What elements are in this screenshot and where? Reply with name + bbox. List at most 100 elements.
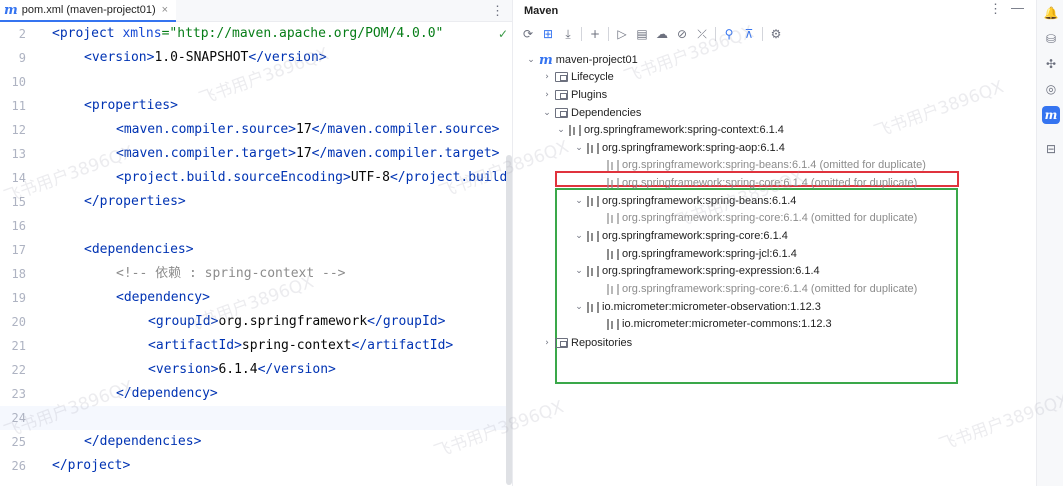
tree-node[interactable]: ⌄ m maven-project01 (525, 51, 637, 69)
library-icon (607, 212, 619, 224)
line-number[interactable]: 19 (0, 286, 26, 310)
line-number[interactable]: 18 (0, 262, 26, 286)
tree-node[interactable]: › Repositories (541, 334, 632, 352)
folder-icon (555, 72, 568, 82)
code-token: 17 (296, 122, 312, 137)
maven-tool-icon[interactable]: m (1042, 106, 1060, 124)
line-number[interactable]: 23 (0, 382, 26, 406)
line-number[interactable]: 13 (0, 142, 26, 166)
line-number[interactable]: 9 (0, 46, 26, 70)
tree-node[interactable]: org.springframework:spring-core:6.1.4 (o… (593, 209, 917, 227)
tree-node[interactable]: org.springframework:spring-jcl:6.1.4 (593, 245, 797, 263)
tree-node[interactable]: ⌄ Dependencies (541, 104, 641, 122)
more-icon[interactable]: ⋮ (491, 3, 504, 19)
code-line[interactable]: 20 <groupId>org.springframework</groupId> (0, 310, 512, 334)
code-line[interactable]: 11 <properties> (0, 94, 512, 118)
close-icon[interactable]: × (162, 4, 168, 16)
maven-project-tree[interactable]: ⌄ m maven-project01 › Lifecycle › Plugins ⌄ Depe… (513, 49, 1036, 486)
tree-node[interactable]: ⌄ org.springframework:spring-expression:6… (573, 262, 819, 280)
minimize-icon[interactable]: — (1011, 0, 1024, 15)
code-text: <groupId>org.springframework</groupId> (148, 310, 445, 334)
chevron-right-icon[interactable]: › (541, 72, 553, 82)
tree-node[interactable]: ⌄ org.springframework:spring-core:6.1.4 (573, 227, 788, 245)
code-line[interactable]: 24 (0, 406, 512, 430)
code-line[interactable]: 12 <maven.compiler.source>17</maven.compi… (0, 118, 512, 142)
analyze-dependencies-icon[interactable]: ⚲ (720, 25, 738, 43)
tree-node-label: org.springframework:spring-context:6.1.4 (584, 124, 784, 136)
chevron-down-icon[interactable]: ⌄ (573, 302, 585, 312)
line-number[interactable]: 2 (0, 22, 26, 46)
chevron-down-icon[interactable]: ⌄ (525, 55, 537, 65)
line-number[interactable]: 25 (0, 430, 26, 454)
toggle-profiles-icon[interactable]: ⤫ (693, 25, 711, 43)
tree-node[interactable]: ⌄ org.springframework:spring-context:6.1.… (555, 121, 784, 139)
code-line[interactable]: 2 <project xmlns="http://maven.apache.org… (0, 22, 512, 46)
code-line[interactable]: 10 (0, 70, 512, 94)
code-line[interactable]: 23 </dependency> (0, 382, 512, 406)
options-icon[interactable]: ⋮ (989, 1, 1002, 17)
line-number[interactable]: 10 (0, 70, 26, 94)
code-line[interactable]: 16 (0, 214, 512, 238)
skip-tests-icon[interactable]: ⊘ (673, 25, 691, 43)
inspection-ok-icon[interactable]: ✓ (498, 22, 508, 46)
code-line[interactable]: 14 <project.build.sourceEncoding>UTF-8</p… (0, 166, 512, 190)
line-number[interactable]: 17 (0, 238, 26, 262)
line-number[interactable]: 11 (0, 94, 26, 118)
tree-node[interactable]: ⌄ org.springframework:spring-beans:6.1.4 (573, 192, 796, 210)
tree-node[interactable]: › Plugins (541, 86, 607, 104)
chevron-down-icon[interactable]: ⌄ (555, 125, 567, 135)
line-number[interactable]: 20 (0, 310, 26, 334)
line-number[interactable]: 24 (0, 406, 26, 430)
file-tab-pom[interactable]: m pom.xml (maven-project01) × (0, 0, 177, 22)
toolbar-separator (715, 27, 716, 41)
code-line[interactable]: 15 </properties> (0, 190, 512, 214)
tree-node[interactable]: ⌄ org.springframework:spring-aop:6.1.4 (573, 139, 785, 157)
chevron-down-icon[interactable]: ⌄ (573, 231, 585, 241)
tree-node[interactable]: › Lifecycle (541, 68, 614, 86)
chevron-down-icon[interactable]: ⌄ (541, 108, 553, 118)
database-icon[interactable]: ⛁ (1042, 30, 1060, 48)
code-line[interactable]: 17 <dependencies> (0, 238, 512, 262)
offline-mode-icon[interactable]: ☁ (653, 25, 671, 43)
structure-icon[interactable]: ⊟ (1042, 140, 1060, 158)
run-icon[interactable]: ▷ (613, 25, 631, 43)
settings-icon[interactable]: ⚙ (767, 25, 785, 43)
execute-goal-icon[interactable]: ▤ (633, 25, 651, 43)
line-number[interactable]: 14 (0, 166, 26, 190)
chevron-down-icon[interactable]: ⌄ (573, 266, 585, 276)
tree-node[interactable]: org.springframework:spring-beans:6.1.4 (… (593, 156, 926, 174)
tree-node[interactable]: io.micrometer:micrometer-commons:1.12.3 (593, 315, 832, 333)
add-folder-icon[interactable]: ⊞ (539, 25, 557, 43)
chevron-down-icon[interactable]: ⌄ (573, 196, 585, 206)
code-line[interactable]: 19 <dependency> (0, 286, 512, 310)
code-area[interactable]: 2 <project xmlns="http://maven.apache.org… (0, 22, 512, 486)
code-line[interactable]: 22 <version>6.1.4</version> (0, 358, 512, 382)
tree-node[interactable]: ⌄ io.micrometer:micrometer-observation:1.… (573, 298, 821, 316)
code-line[interactable]: 18 <!-- 依赖 : spring-context --> (0, 262, 512, 286)
chevron-right-icon[interactable]: › (541, 90, 553, 100)
download-icon[interactable]: ⤓ (559, 25, 577, 43)
reload-icon[interactable]: ⟳ (519, 25, 537, 43)
code-line[interactable]: 9 <version>1.0-SNAPSHOT</version> (0, 46, 512, 70)
tree-node[interactable]: org.springframework:spring-core:6.1.4 (o… (593, 174, 917, 192)
line-number[interactable]: 26 (0, 454, 26, 478)
copilot-icon[interactable]: ✣ (1042, 55, 1060, 73)
line-number[interactable]: 21 (0, 334, 26, 358)
line-number[interactable]: 15 (0, 190, 26, 214)
notifications-icon[interactable]: 🔔 (1042, 4, 1060, 22)
chevron-down-icon[interactable]: ⌄ (573, 143, 585, 153)
line-number[interactable]: 12 (0, 118, 26, 142)
code-line[interactable]: 25 </dependencies> (0, 430, 512, 454)
collapse-all-icon[interactable]: ⊼ (740, 25, 758, 43)
add-icon[interactable]: + (586, 25, 604, 43)
library-icon (607, 177, 619, 189)
chevron-right-icon[interactable]: › (541, 338, 553, 348)
code-line[interactable]: 26 </project> (0, 454, 512, 478)
ai-assistant-icon[interactable]: ◎ (1042, 80, 1060, 98)
line-number[interactable]: 22 (0, 358, 26, 382)
tree-node[interactable]: org.springframework:spring-core:6.1.4 (o… (593, 280, 917, 298)
code-line[interactable]: 13 <maven.compiler.target>17</maven.compi… (0, 142, 512, 166)
line-number[interactable]: 16 (0, 214, 26, 238)
editor-pane[interactable]: m pom.xml (maven-project01) × ⋮ 2 <projec… (0, 0, 512, 486)
code-line[interactable]: 21 <artifactId>spring-context</artifactId… (0, 334, 512, 358)
